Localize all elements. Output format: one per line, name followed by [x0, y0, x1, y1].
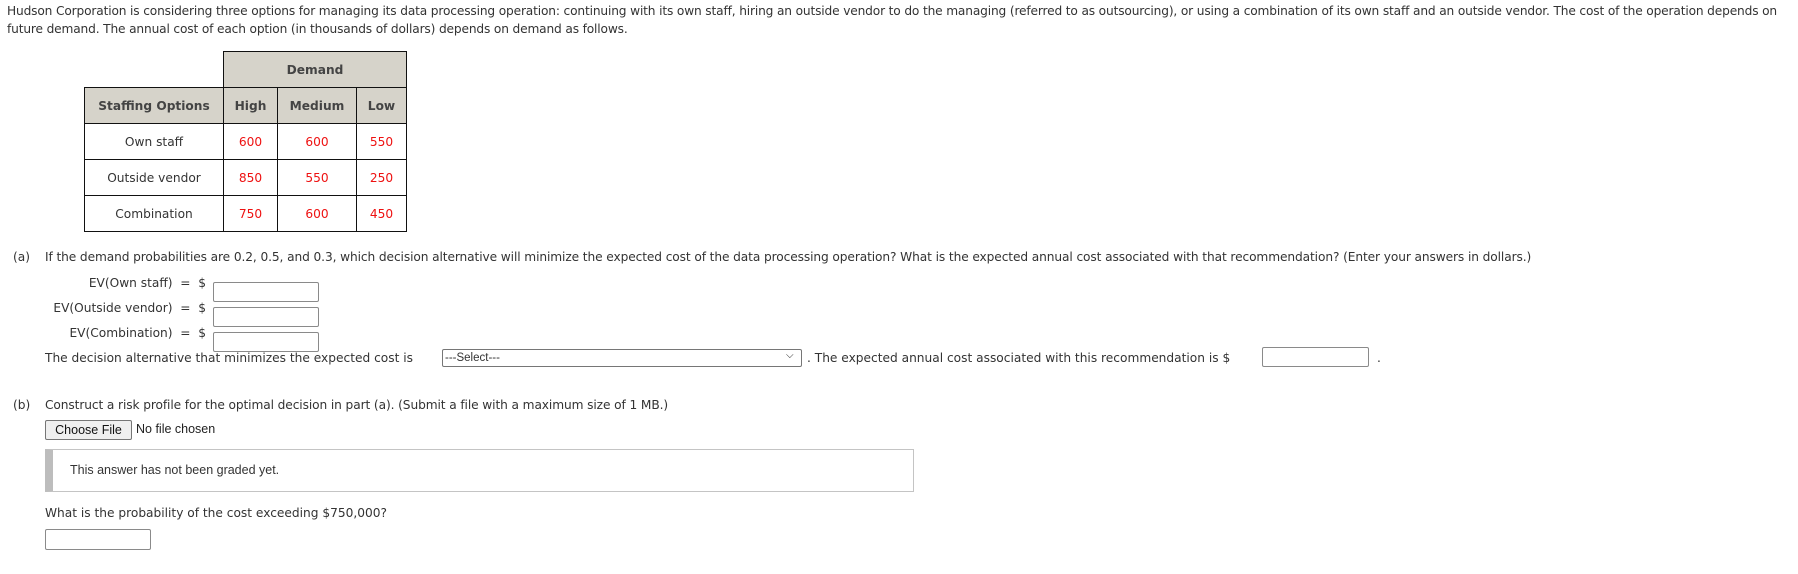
expected-cost-text: . The expected annual cost associated wi…	[807, 351, 1231, 365]
grading-status-box: This answer has not been graded yet.	[45, 449, 914, 492]
ev-combination-label: EV(Combination) = $	[0, 326, 206, 340]
choose-file-button[interactable]: Choose File	[45, 420, 132, 440]
part-a-label: (a)	[13, 250, 30, 264]
ev-combination-input[interactable]	[213, 332, 319, 352]
decision-prefix-text: The decision alternative that minimizes …	[45, 351, 413, 365]
file-status-text: No file chosen	[136, 422, 216, 436]
table-row: Outside vendor 850 550 250	[84, 159, 407, 196]
cost-cell: 600	[277, 195, 357, 232]
cost-cell: 850	[223, 159, 278, 196]
column-header-high: High	[223, 87, 278, 124]
expected-cost-suffix: .	[1377, 351, 1381, 365]
decision-alternative-select[interactable]: ---Select---	[442, 349, 802, 367]
dollar-sign: $	[198, 326, 206, 340]
part-a-question: If the demand probabilities are 0.2, 0.5…	[45, 250, 1532, 264]
column-header-medium: Medium	[277, 87, 357, 124]
cost-cell: 550	[277, 159, 357, 196]
ev-own-staff-input[interactable]	[213, 282, 319, 302]
equals-sign: =	[180, 301, 191, 315]
cost-cell: 550	[356, 123, 407, 160]
table-row: Own staff 600 600 550	[84, 123, 407, 160]
expected-cost-input[interactable]	[1262, 347, 1369, 367]
dollar-sign: $	[198, 301, 206, 315]
part-b-label: (b)	[13, 398, 31, 412]
row-label: Own staff	[84, 123, 224, 160]
cost-table: Demand Staffing Options High Medium Low …	[84, 51, 407, 232]
table-row: Combination 750 600 450	[84, 195, 407, 232]
cost-cell: 600	[277, 123, 357, 160]
row-label: Outside vendor	[84, 159, 224, 196]
part-b-question: Construct a risk profile for the optimal…	[45, 398, 669, 412]
cost-cell: 250	[356, 159, 407, 196]
ev-label-text: EV(Combination)	[69, 326, 173, 340]
probability-input[interactable]	[45, 529, 151, 550]
cost-cell: 600	[223, 123, 278, 160]
row-label: Combination	[84, 195, 224, 232]
table-corner-blank	[85, 52, 224, 88]
equals-sign: =	[180, 276, 191, 290]
cost-cell: 450	[356, 195, 407, 232]
staffing-options-header: Staffing Options	[84, 87, 224, 124]
ev-outside-vendor-label: EV(Outside vendor) = $	[0, 301, 206, 315]
ev-label-text: EV(Outside vendor)	[53, 301, 173, 315]
dollar-sign: $	[198, 276, 206, 290]
problem-intro: Hudson Corporation is considering three …	[7, 4, 1778, 36]
grading-status-text: This answer has not been graded yet.	[70, 463, 280, 477]
probability-question: What is the probability of the cost exce…	[45, 506, 387, 520]
column-header-low: Low	[356, 87, 407, 124]
ev-outside-vendor-input[interactable]	[213, 307, 319, 327]
ev-own-staff-label: EV(Own staff) = $	[0, 276, 206, 290]
ev-label-text: EV(Own staff)	[88, 276, 173, 290]
demand-group-header: Demand	[223, 51, 407, 88]
cost-cell: 750	[223, 195, 278, 232]
equals-sign: =	[180, 326, 191, 340]
